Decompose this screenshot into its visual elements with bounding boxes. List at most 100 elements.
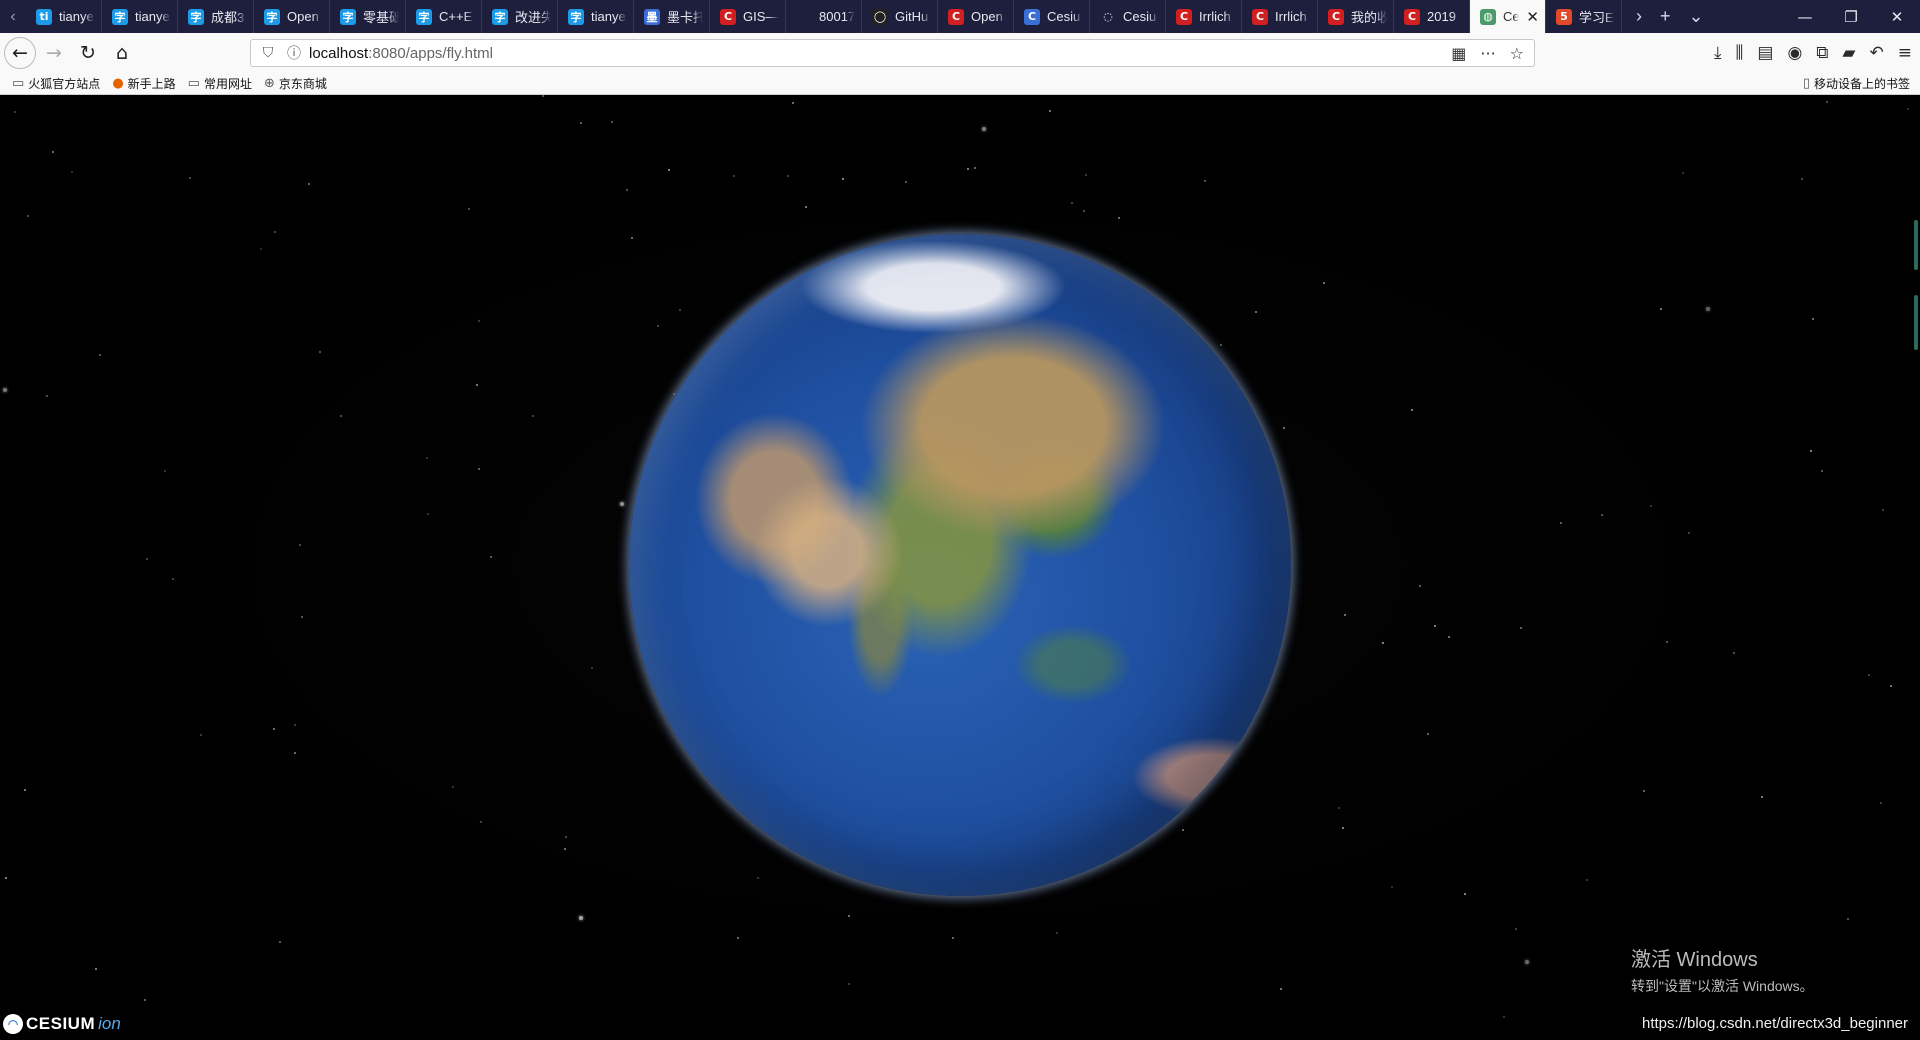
- tab[interactable]: C Irrlich: [1166, 0, 1242, 33]
- library-icon[interactable]: ⫼: [1736, 43, 1744, 63]
- tab-title: Open: [287, 9, 319, 24]
- bookmark-item[interactable]: ⊕ 京东商城: [264, 75, 327, 92]
- tab-title: Cesiu: [1047, 9, 1081, 24]
- page-actions-menu-button[interactable]: ···: [1480, 44, 1495, 63]
- forward-button[interactable]: →: [38, 37, 70, 69]
- site-info-icon[interactable]: ⓘ: [285, 43, 303, 63]
- tab-favicon-icon: [796, 8, 812, 25]
- tab-favicon-icon: C: [1328, 8, 1344, 25]
- star-dot: [591, 667, 593, 669]
- bookmark-label: 新手上路: [127, 77, 176, 91]
- tab-active[interactable]: ◍ Ce ✕: [1470, 0, 1546, 33]
- reload-button[interactable]: ↻: [72, 37, 104, 69]
- tab[interactable]: 字成都3: [178, 0, 254, 33]
- tab[interactable]: 字 C++E: [406, 0, 482, 33]
- star-dot: [1056, 932, 1058, 934]
- star-dot: [260, 248, 262, 250]
- tab[interactable]: 5 学习E: [1546, 0, 1622, 33]
- star-dot: [1601, 514, 1603, 516]
- star-dot: [1419, 585, 1421, 587]
- tab[interactable]: C Irrlich: [1242, 0, 1318, 33]
- sidebar-icon[interactable]: ▤: [1757, 43, 1773, 63]
- star-dot: [1761, 796, 1763, 798]
- star-dot: [1826, 101, 1828, 103]
- tracking-protection-icon[interactable]: ⛉: [259, 45, 277, 61]
- tab[interactable]: C 我的收: [1318, 0, 1394, 33]
- star-dot: [164, 470, 166, 472]
- url-bar[interactable]: ⛉ ⓘ localhost:8080/apps/fly.html ▦ ··· ☆: [250, 39, 1535, 67]
- tab-favicon-icon: ◌: [1100, 8, 1116, 25]
- star-dot: [657, 325, 659, 327]
- chat-icon[interactable]: ▰: [1842, 43, 1855, 63]
- bookmark-item[interactable]: ▭ 火狐官方站点: [12, 75, 100, 92]
- mobile-bookmarks[interactable]: ▯ 移动设备上的书签: [1803, 75, 1910, 92]
- tab[interactable]: C Open: [938, 0, 1014, 33]
- cesium-viewer[interactable]: ◠ CESIUM ion 激活 Windows 转到"设置"以激活 Window…: [0, 95, 1920, 1040]
- star-dot: [1650, 505, 1652, 507]
- forward-arrow-icon: →: [46, 42, 62, 64]
- star-dot: [1344, 614, 1346, 616]
- tab[interactable]: 字 Open: [254, 0, 330, 33]
- tab-title: 墨卡托: [667, 10, 703, 25]
- tab[interactable]: 字 tianye: [558, 0, 634, 33]
- scroll-marker: [1914, 295, 1918, 350]
- star-dot: [1118, 217, 1120, 219]
- screenshot-icon[interactable]: ⧉: [1816, 43, 1828, 63]
- home-button[interactable]: ⌂: [106, 37, 138, 69]
- back-button[interactable]: ←: [4, 37, 36, 69]
- blog-watermark: https://blog.csdn.net/directx3d_beginner: [1641, 1015, 1908, 1032]
- tab-title: 改进失: [515, 10, 551, 25]
- window-close-button[interactable]: ✕: [1874, 8, 1920, 26]
- downloads-icon[interactable]: ⤓: [1714, 43, 1722, 63]
- account-icon[interactable]: ◉: [1787, 43, 1802, 63]
- tab-title: 2019: [1427, 9, 1456, 24]
- tab[interactable]: C Cesiu: [1014, 0, 1090, 33]
- tab-controls: › + ⌄: [1622, 0, 1704, 33]
- earth-globe[interactable]: [629, 234, 1291, 896]
- tab[interactable]: ti tianye: [26, 0, 102, 33]
- cesium-ion-logo[interactable]: ◠ CESIUM ion: [3, 1014, 121, 1034]
- tab[interactable]: ◯ GitHu: [862, 0, 938, 33]
- star-dot: [1706, 307, 1710, 311]
- star-dot: [1882, 509, 1884, 511]
- tab-scroll-right-button[interactable]: ›: [1636, 6, 1642, 27]
- tab[interactable]: 字改进失: [482, 0, 558, 33]
- star-dot: [308, 183, 310, 185]
- star-dot: [842, 178, 844, 180]
- star-dot: [1666, 641, 1668, 643]
- tab[interactable]: C 2019: [1394, 0, 1470, 33]
- cesium-logo-word: CESIUM: [26, 1014, 96, 1033]
- new-tab-button[interactable]: +: [1660, 6, 1671, 27]
- star-dot: [5, 877, 7, 879]
- star-dot: [1525, 960, 1529, 964]
- tab-scroll-left-button[interactable]: ‹: [0, 0, 26, 33]
- star-dot: [294, 724, 296, 726]
- tab-close-icon[interactable]: ✕: [1526, 8, 1539, 26]
- star-dot: [580, 122, 582, 124]
- star-dot: [1520, 627, 1522, 629]
- qr-code-icon[interactable]: ▦: [1451, 44, 1466, 63]
- url-text[interactable]: localhost:8080/apps/fly.html: [309, 45, 493, 62]
- star-dot: [146, 558, 148, 560]
- tab[interactable]: 字零基础: [330, 0, 406, 33]
- tab-strip: ‹ ti tianye 字 tianye 字成都3 字 Open 字零基础字 C++E 字改进失字…: [0, 0, 1920, 33]
- list-all-tabs-button[interactable]: ⌄: [1689, 6, 1704, 27]
- undo-icon[interactable]: ↶: [1870, 43, 1884, 63]
- tab[interactable]: C GIS—: [710, 0, 786, 33]
- tab[interactable]: 字 tianye: [102, 0, 178, 33]
- bookmark-item[interactable]: ▭ 常用网址: [188, 75, 252, 92]
- tab[interactable]: 墨墨卡托: [634, 0, 710, 33]
- star-dot: [1660, 308, 1662, 310]
- hamburger-menu-icon[interactable]: ≡: [1898, 43, 1912, 63]
- bookmark-item[interactable]: ● 新手上路: [112, 75, 175, 92]
- tab-title: 零基础: [363, 10, 399, 25]
- restore-button[interactable]: ❐: [1828, 8, 1874, 26]
- minimize-button[interactable]: —: [1782, 8, 1828, 26]
- tab-favicon-icon: C: [1024, 8, 1040, 25]
- star-dot: [1049, 110, 1051, 112]
- tab[interactable]: ◌ Cesiu: [1090, 0, 1166, 33]
- bookmark-star-icon[interactable]: ☆: [1510, 44, 1524, 63]
- tab[interactable]: 800175-2: [786, 0, 862, 33]
- star-dot: [542, 95, 544, 97]
- star-dot: [1560, 522, 1562, 524]
